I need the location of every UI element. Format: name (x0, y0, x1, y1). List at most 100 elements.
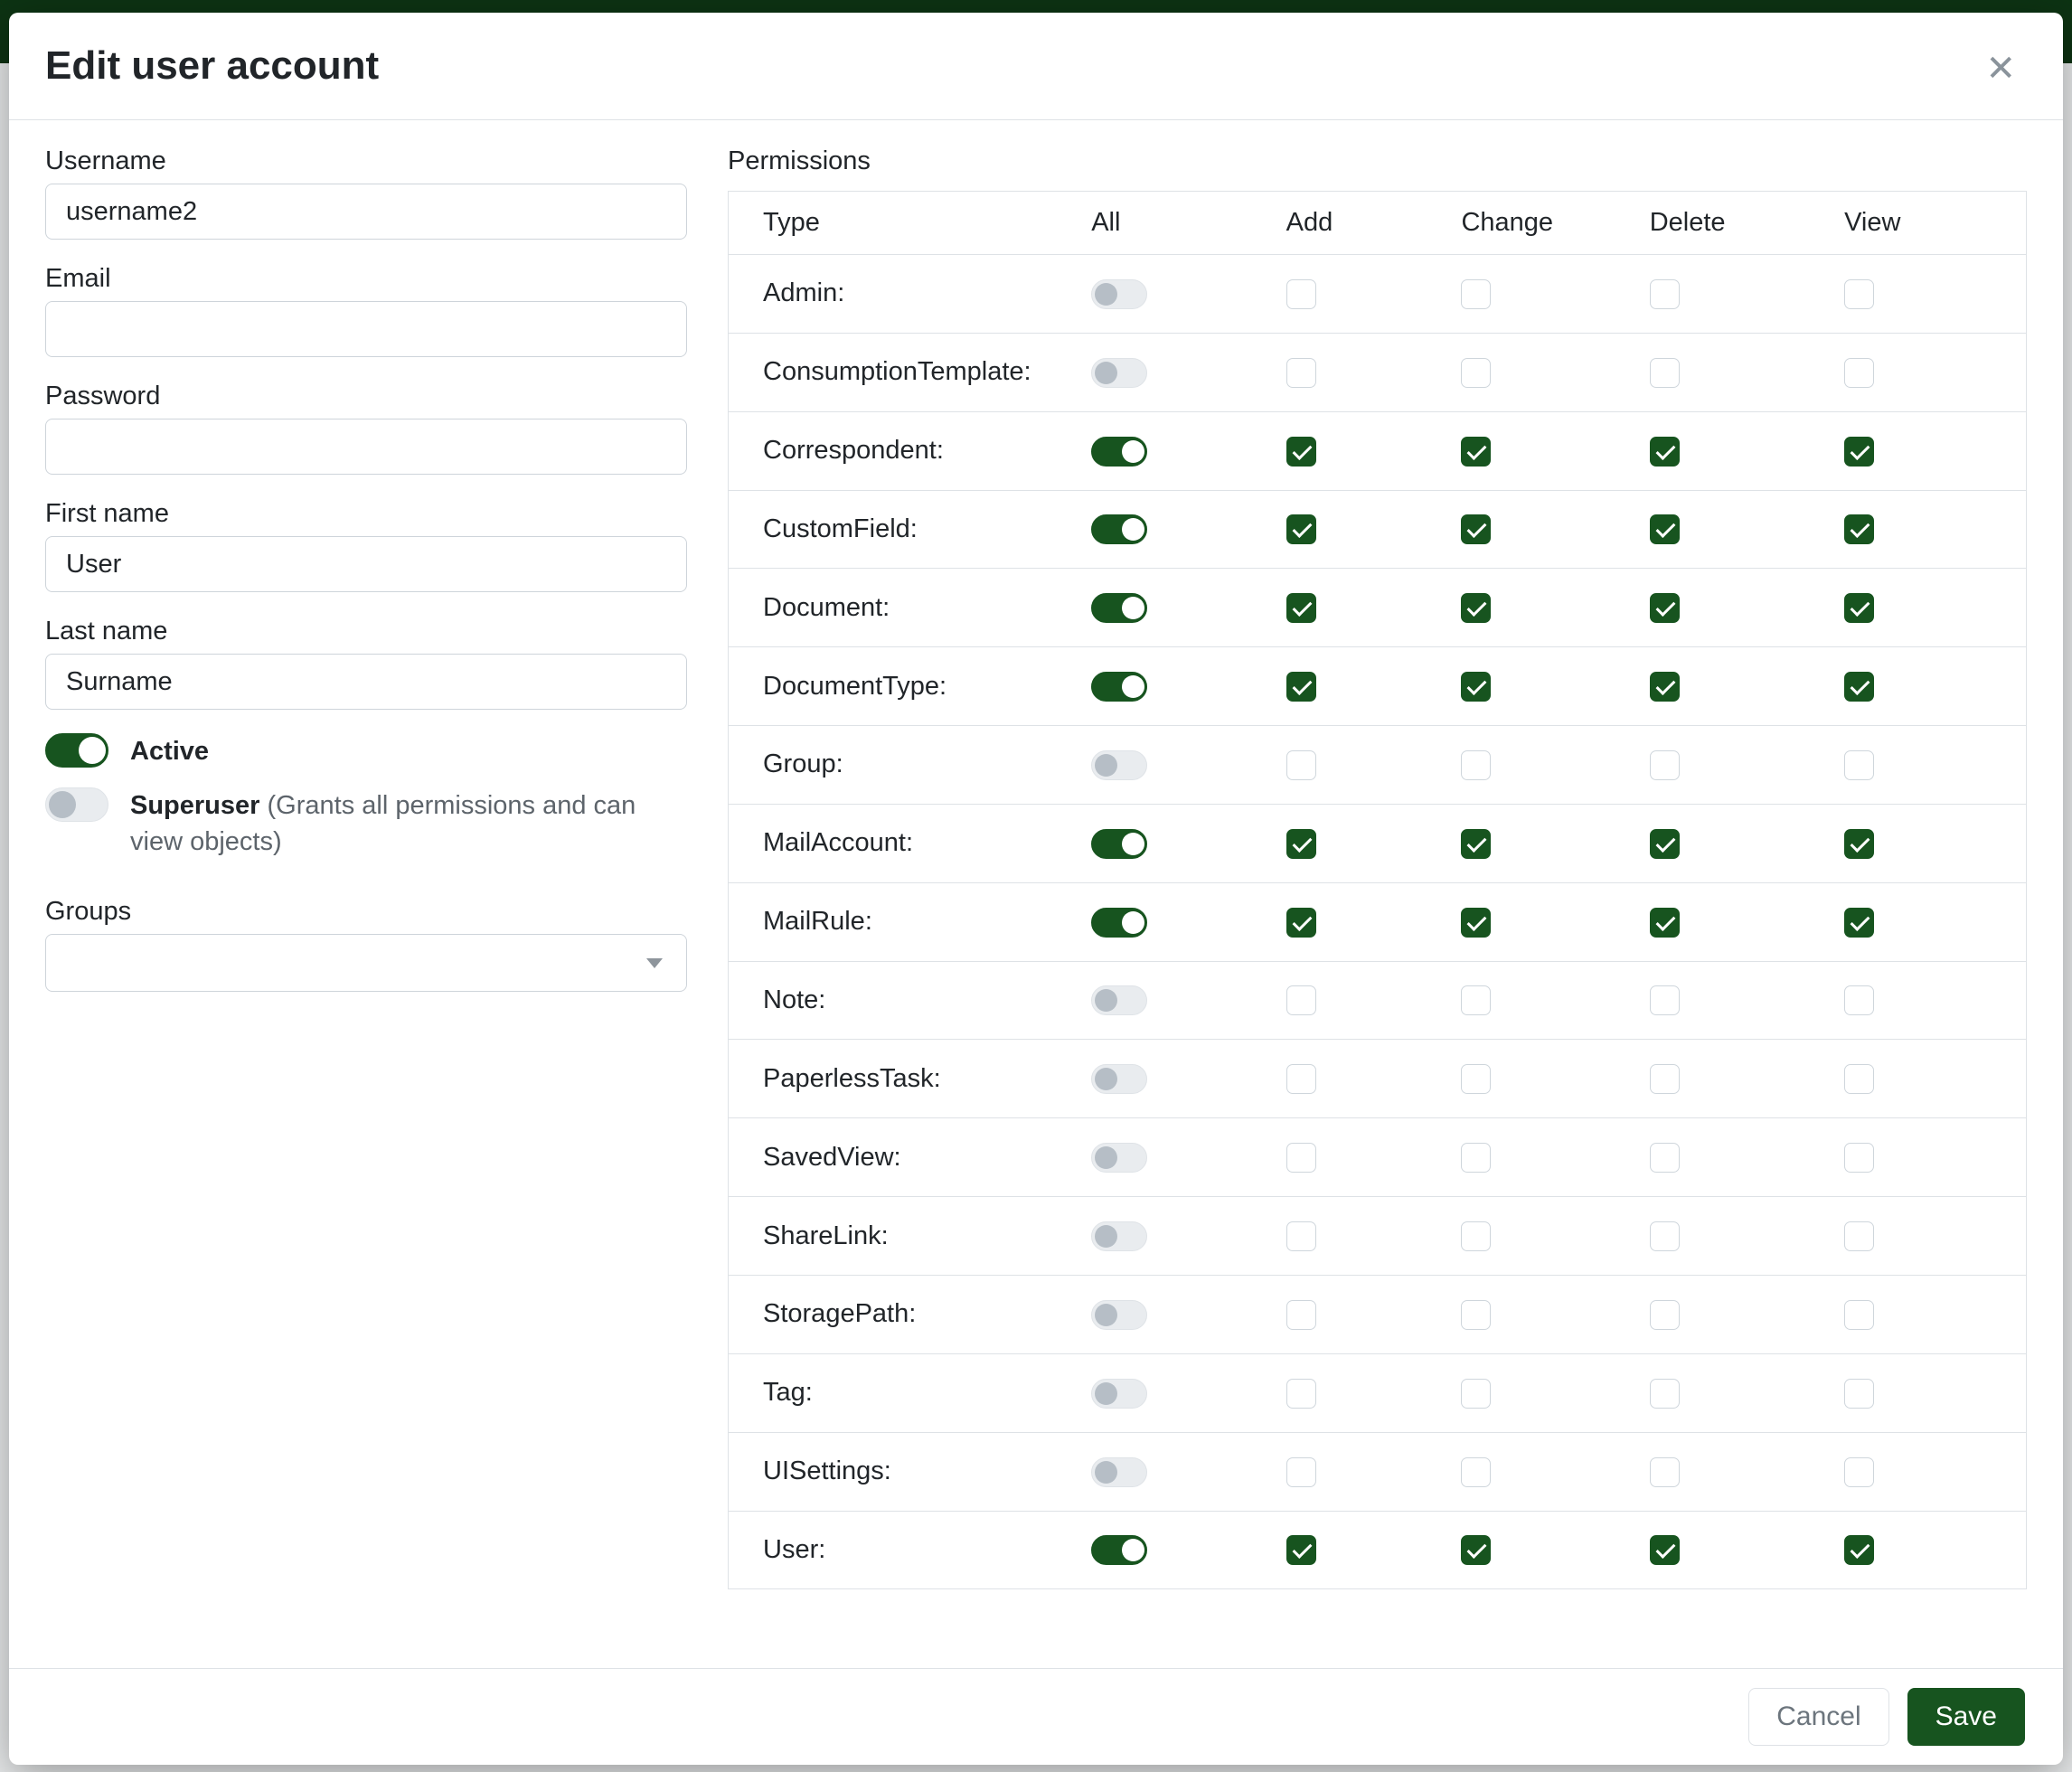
permission-all-toggle[interactable] (1091, 1221, 1147, 1251)
permission-view-checkbox[interactable] (1844, 514, 1874, 544)
permission-view-checkbox[interactable] (1844, 593, 1874, 623)
permission-delete-checkbox[interactable] (1650, 1064, 1680, 1094)
groups-select[interactable] (45, 934, 687, 992)
permission-view-checkbox[interactable] (1844, 279, 1874, 309)
permission-row: StoragePath: (729, 1275, 2027, 1353)
permission-change-checkbox[interactable] (1461, 437, 1491, 467)
permission-add-checkbox[interactable] (1286, 1064, 1316, 1094)
permission-delete-checkbox[interactable] (1650, 985, 1680, 1015)
permission-delete-checkbox[interactable] (1650, 1143, 1680, 1173)
permission-delete-checkbox[interactable] (1650, 750, 1680, 780)
last-name-input[interactable] (45, 654, 687, 710)
permission-all-toggle[interactable] (1091, 1300, 1147, 1330)
permission-add-checkbox[interactable] (1286, 985, 1316, 1015)
permission-all-toggle[interactable] (1091, 829, 1147, 859)
permission-all-toggle[interactable] (1091, 1457, 1147, 1487)
superuser-toggle[interactable] (45, 787, 108, 822)
permission-add-checkbox[interactable] (1286, 593, 1316, 623)
email-input[interactable] (45, 301, 687, 357)
permission-all-toggle[interactable] (1091, 279, 1147, 309)
permission-view-checkbox[interactable] (1844, 672, 1874, 702)
permission-delete-checkbox[interactable] (1650, 1535, 1680, 1565)
permission-delete-checkbox[interactable] (1650, 1457, 1680, 1487)
permission-all-toggle[interactable] (1091, 593, 1147, 623)
permission-add-checkbox[interactable] (1286, 829, 1316, 859)
permission-view-checkbox[interactable] (1844, 829, 1874, 859)
permission-add-checkbox[interactable] (1286, 750, 1316, 780)
permission-change-checkbox[interactable] (1461, 1064, 1491, 1094)
permission-change-checkbox[interactable] (1461, 358, 1491, 388)
permission-delete-checkbox[interactable] (1650, 358, 1680, 388)
close-icon[interactable]: ✕ (1978, 45, 2023, 92)
permission-add-checkbox[interactable] (1286, 1457, 1316, 1487)
permission-delete-checkbox[interactable] (1650, 514, 1680, 544)
permission-all-toggle[interactable] (1091, 1535, 1147, 1565)
permission-all-toggle[interactable] (1091, 1143, 1147, 1173)
permission-all-toggle[interactable] (1091, 1379, 1147, 1409)
permission-view-checkbox[interactable] (1844, 358, 1874, 388)
permission-change-checkbox[interactable] (1461, 1221, 1491, 1251)
permission-all-toggle[interactable] (1091, 1064, 1147, 1094)
permission-view-checkbox[interactable] (1844, 1064, 1874, 1094)
permission-view-checkbox[interactable] (1844, 1535, 1874, 1565)
permission-view-checkbox[interactable] (1844, 1379, 1874, 1409)
active-toggle[interactable] (45, 733, 108, 768)
permission-view-checkbox[interactable] (1844, 1143, 1874, 1173)
permission-change-checkbox[interactable] (1461, 1379, 1491, 1409)
permission-change-checkbox[interactable] (1461, 750, 1491, 780)
permission-add-checkbox[interactable] (1286, 1143, 1316, 1173)
permission-all-toggle[interactable] (1091, 437, 1147, 467)
permission-change-checkbox[interactable] (1461, 1300, 1491, 1330)
permission-delete-checkbox[interactable] (1650, 1221, 1680, 1251)
permission-add-checkbox[interactable] (1286, 514, 1316, 544)
permission-view-checkbox[interactable] (1844, 437, 1874, 467)
permission-change-checkbox[interactable] (1461, 593, 1491, 623)
permission-all-toggle[interactable] (1091, 358, 1147, 388)
cancel-button[interactable]: Cancel (1748, 1688, 1888, 1746)
permission-change-checkbox[interactable] (1461, 514, 1491, 544)
first-name-input[interactable] (45, 536, 687, 592)
permission-add-checkbox[interactable] (1286, 279, 1316, 309)
permission-all-toggle[interactable] (1091, 985, 1147, 1015)
permission-view-checkbox[interactable] (1844, 985, 1874, 1015)
permission-all-toggle[interactable] (1091, 514, 1147, 544)
permission-delete-checkbox[interactable] (1650, 437, 1680, 467)
save-button[interactable]: Save (1907, 1688, 2025, 1746)
permission-add-checkbox[interactable] (1286, 672, 1316, 702)
permission-view-checkbox[interactable] (1844, 1300, 1874, 1330)
permission-change-checkbox[interactable] (1461, 279, 1491, 309)
permission-add-checkbox[interactable] (1286, 908, 1316, 938)
permission-add-checkbox[interactable] (1286, 437, 1316, 467)
permission-delete-checkbox[interactable] (1650, 829, 1680, 859)
permission-delete-checkbox[interactable] (1650, 672, 1680, 702)
permission-change-checkbox[interactable] (1461, 908, 1491, 938)
permission-delete-checkbox[interactable] (1650, 1379, 1680, 1409)
permission-all-toggle[interactable] (1091, 672, 1147, 702)
permission-delete-checkbox[interactable] (1650, 593, 1680, 623)
permission-delete-checkbox[interactable] (1650, 279, 1680, 309)
permission-change-checkbox[interactable] (1461, 985, 1491, 1015)
permission-add-checkbox[interactable] (1286, 1379, 1316, 1409)
permission-change-checkbox[interactable] (1461, 1457, 1491, 1487)
permission-all-toggle[interactable] (1091, 750, 1147, 780)
modal-title: Edit user account (45, 43, 379, 90)
permission-change-checkbox[interactable] (1461, 1143, 1491, 1173)
permission-all-toggle[interactable] (1091, 908, 1147, 938)
permission-view-checkbox[interactable] (1844, 1221, 1874, 1251)
permission-delete-checkbox[interactable] (1650, 1300, 1680, 1330)
password-input[interactable] (45, 419, 687, 475)
permission-change-checkbox[interactable] (1461, 672, 1491, 702)
permission-add-checkbox[interactable] (1286, 358, 1316, 388)
permission-delete-checkbox[interactable] (1650, 908, 1680, 938)
permission-change-checkbox[interactable] (1461, 829, 1491, 859)
permission-view-checkbox[interactable] (1844, 750, 1874, 780)
permissions-column-header: Change (1448, 192, 1636, 255)
permission-view-checkbox[interactable] (1844, 908, 1874, 938)
permission-add-checkbox[interactable] (1286, 1300, 1316, 1330)
permission-add-checkbox[interactable] (1286, 1221, 1316, 1251)
permission-add-checkbox[interactable] (1286, 1535, 1316, 1565)
permission-change-checkbox[interactable] (1461, 1535, 1491, 1565)
permission-view-checkbox[interactable] (1844, 1457, 1874, 1487)
username-input[interactable] (45, 184, 687, 240)
permission-row: ConsumptionTemplate: (729, 333, 2027, 411)
